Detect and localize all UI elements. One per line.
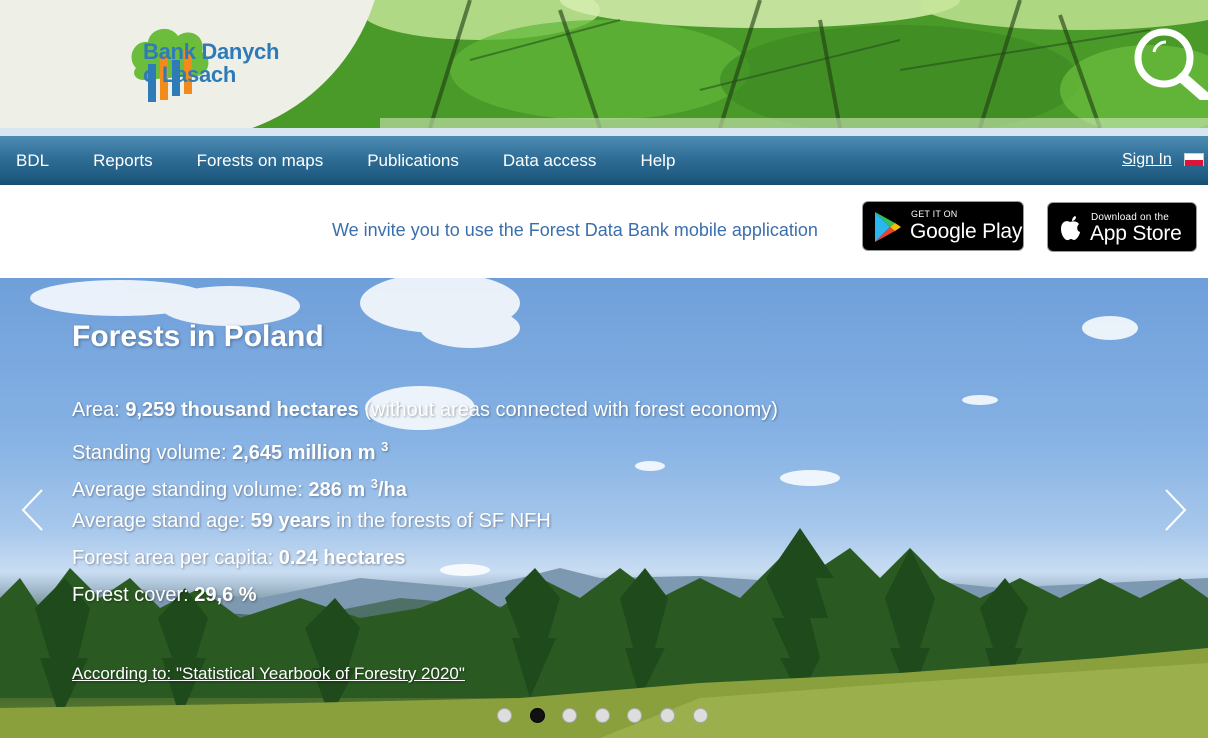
logo-line1: Bank Danych bbox=[143, 39, 280, 64]
app-store-big-text: App Store bbox=[1090, 222, 1182, 245]
site-header: Bank Danych o Lasach bbox=[0, 0, 1208, 128]
hero-carousel: Forests in Poland Area: 9,259 thousand h… bbox=[0, 278, 1208, 738]
nav-item-publications[interactable]: Publications bbox=[345, 136, 481, 185]
carousel-dot[interactable] bbox=[497, 708, 512, 723]
stat-standing-volume: Standing volume: 2,645 million m 3 bbox=[72, 439, 389, 464]
carousel-dot[interactable] bbox=[659, 708, 675, 723]
app-store-button[interactable]: Download on the App Store bbox=[1047, 202, 1197, 252]
carousel-dots bbox=[497, 708, 725, 723]
stat-forest-cover: Forest cover: 29,6 % bbox=[72, 584, 257, 606]
carousel-dot[interactable] bbox=[692, 708, 708, 723]
apple-icon bbox=[1061, 216, 1080, 241]
logo-line2: o Lasach bbox=[143, 62, 236, 87]
main-nav: BDL Reports Forests on maps Publications… bbox=[0, 128, 1208, 185]
mobile-app-strip: We invite you to use the Forest Data Ban… bbox=[0, 185, 1208, 278]
hero-title: Forests in Poland bbox=[72, 320, 324, 353]
nav-item-data-access[interactable]: Data access bbox=[481, 136, 619, 185]
carousel-dot[interactable] bbox=[627, 708, 643, 723]
source-link[interactable]: According to: "Statistical Yearbook of F… bbox=[72, 664, 465, 684]
nav-item-help[interactable]: Help bbox=[618, 136, 697, 185]
stat-area: Area: 9,259 thousand hectares (without a… bbox=[72, 399, 778, 421]
stat-area-per-capita: Forest area per capita: 0.24 hectares bbox=[72, 547, 406, 569]
app-invite-text: We invite you to use the Forest Data Ban… bbox=[332, 220, 818, 240]
nav-item-forests-on-maps[interactable]: Forests on maps bbox=[175, 136, 346, 185]
chevron-right-icon[interactable] bbox=[1164, 488, 1188, 532]
carousel-dot[interactable] bbox=[594, 708, 610, 723]
forest-stats: Area: 9,259 thousand hectares (without a… bbox=[72, 396, 778, 618]
carousel-dot[interactable] bbox=[562, 708, 578, 723]
chevron-left-icon[interactable] bbox=[20, 488, 44, 532]
stat-avg-stand-age: Average stand age: 59 years in the fores… bbox=[72, 510, 551, 532]
polish-flag-icon[interactable] bbox=[1184, 153, 1204, 166]
logo-text[interactable]: Bank Danych o Lasach bbox=[143, 40, 279, 86]
nav-items: BDL Reports Forests on maps Publications… bbox=[0, 136, 697, 185]
google-play-button[interactable]: GET IT ON Google Play bbox=[862, 201, 1024, 251]
sign-in-link[interactable]: Sign In bbox=[1122, 151, 1172, 169]
google-play-icon bbox=[875, 212, 901, 242]
google-play-small-text: GET IT ON bbox=[911, 209, 958, 219]
nav-item-bdl[interactable]: BDL bbox=[0, 136, 71, 185]
search-icon[interactable] bbox=[1130, 26, 1208, 100]
carousel-dot[interactable] bbox=[529, 708, 545, 723]
google-play-big-text: Google Play bbox=[910, 220, 1023, 243]
nav-item-reports[interactable]: Reports bbox=[71, 136, 175, 185]
stat-avg-standing-volume: Average standing volume: 286 m 3/ha bbox=[72, 476, 407, 501]
